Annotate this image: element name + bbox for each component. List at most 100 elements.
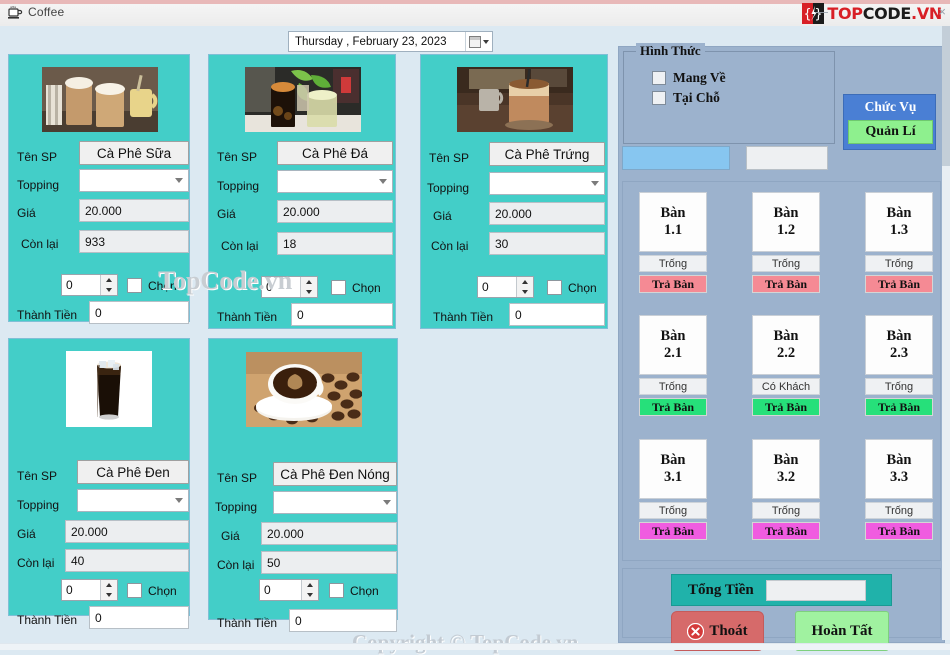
stepper-down-icon[interactable] [101, 285, 117, 295]
table-button-1-1[interactable]: Bàn 1.1 [639, 192, 707, 252]
table-button-3-3[interactable]: Bàn 3.3 [865, 439, 933, 499]
stepper-up-icon[interactable] [302, 580, 318, 590]
table-status-1-2: Trống [752, 255, 820, 272]
table-cell-3-2[interactable]: Bàn 3.2 Trống Trả Bàn [752, 439, 820, 540]
product-4-stepper-buttons[interactable] [100, 580, 117, 600]
table-button-1-3[interactable]: Bàn 1.3 [865, 192, 933, 252]
product-3-price-value: 20.000 [489, 202, 605, 225]
product-4-topping-combobox[interactable] [77, 489, 189, 512]
table-name-3-3: Bàn [886, 452, 912, 469]
product-2-quantity-stepper[interactable]: 0 [261, 276, 318, 298]
table-cell-3-1[interactable]: Bàn 3.1 Trống Trả Bàn [639, 439, 707, 540]
product-5-stepper-buttons[interactable] [301, 580, 318, 600]
product-card-3[interactable]: Tên SP Cà Phê Trứng Topping Giá 20.000 C… [420, 54, 608, 329]
table-cell-2-3[interactable]: Bàn 2.3 Trống Trả Bàn [865, 315, 933, 416]
product-1-topping-combobox[interactable] [79, 169, 189, 192]
product-1-quantity-stepper[interactable]: 0 [61, 274, 118, 296]
product-5-topping-combobox[interactable] [273, 491, 397, 514]
product-3-stepper-buttons[interactable] [516, 277, 533, 297]
table-button-2-3[interactable]: Bàn 2.3 [865, 315, 933, 375]
stepper-up-icon[interactable] [301, 277, 317, 287]
stepper-down-icon[interactable] [301, 287, 317, 297]
product-card-5[interactable]: Tên SP Cà Phê Đen Nóng Topping Giá 20.00… [208, 338, 398, 632]
product-3-name-button[interactable]: Cà Phê Trứng [489, 142, 605, 166]
table-cell-1-2[interactable]: Bàn 1.2 Trống Trả Bàn [752, 192, 820, 293]
table-return-button-1-1[interactable]: Trả Bàn [639, 275, 707, 293]
product-5-topping-label: Topping [215, 500, 258, 514]
table-return-button-2-1[interactable]: Trả Bàn [639, 398, 707, 416]
checkbox-box[interactable] [127, 583, 142, 598]
product-card-2[interactable]: Tên SP Cà Phê Đá Topping Giá 20.000 Còn … [208, 54, 396, 329]
date-picker-dropdown-button[interactable] [465, 32, 492, 51]
product-2-stepper-buttons[interactable] [300, 277, 317, 297]
product-4-name-button[interactable]: Cà Phê Đen [77, 460, 189, 484]
table-button-2-2[interactable]: Bàn 2.2 [752, 315, 820, 375]
chevron-down-icon [379, 179, 387, 184]
product-4-quantity-stepper[interactable]: 0 [61, 579, 118, 601]
table-cell-3-3[interactable]: Bàn 3.3 Trống Trả Bàn [865, 439, 933, 540]
table-button-3-1[interactable]: Bàn 3.1 [639, 439, 707, 499]
manager-button[interactable]: Quản Lí [848, 120, 933, 144]
table-cell-1-3[interactable]: Bàn 1.3 Trống Trả Bàn [865, 192, 933, 293]
checkbox-box[interactable] [329, 583, 344, 598]
stepper-up-icon[interactable] [101, 580, 117, 590]
product-2-topping-combobox[interactable] [277, 170, 393, 193]
table-status-3-3: Trống [865, 502, 933, 519]
product-5-quantity-stepper[interactable]: 0 [259, 579, 319, 601]
product-1-select-checkbox[interactable]: Chọn [127, 278, 177, 293]
table-button-3-2[interactable]: Bàn 3.2 [752, 439, 820, 499]
minimize-button[interactable]: — [815, 4, 828, 19]
table-button-1-2[interactable]: Bàn 1.2 [752, 192, 820, 252]
table-cell-1-1[interactable]: Bàn 1.1 Trống Trả Bàn [639, 192, 707, 293]
product-card-1[interactable]: Tên SP Cà Phê Sữa Topping Giá 20.000 Còn… [8, 54, 190, 324]
checkbox-box[interactable] [652, 71, 666, 85]
table-return-button-3-2[interactable]: Trả Bàn [752, 522, 820, 540]
product-2-select-checkbox[interactable]: Chọn [331, 280, 381, 295]
product-image-2 [245, 67, 361, 132]
close-circle-icon [687, 622, 705, 640]
service-type-option-dinein[interactable]: Tại Chỗ [652, 90, 720, 106]
svg-text:{: { [804, 7, 812, 22]
table-button-2-1[interactable]: Bàn 2.1 [639, 315, 707, 375]
product-5-name-button[interactable]: Cà Phê Đen Nóng [273, 462, 397, 486]
total-amount-input[interactable] [765, 579, 866, 601]
product-4-topping-label: Topping [17, 498, 60, 512]
vertical-scrollbar-thumb[interactable] [942, 26, 950, 166]
product-4-select-checkbox[interactable]: Chọn [127, 583, 177, 598]
table-name-2-1: Bàn [660, 328, 686, 345]
product-3-quantity-stepper[interactable]: 0 [477, 276, 534, 298]
product-3-select-checkbox[interactable]: Chọn [547, 280, 597, 295]
table-return-button-2-3[interactable]: Trả Bàn [865, 398, 933, 416]
service-type-blue-field[interactable] [622, 146, 730, 170]
table-return-button-1-2[interactable]: Trả Bàn [752, 275, 820, 293]
table-return-button-2-2[interactable]: Trả Bàn [752, 398, 820, 416]
product-2-name-button[interactable]: Cà Phê Đá [277, 141, 393, 165]
product-2-select-label: Chọn [352, 280, 381, 295]
date-picker[interactable]: Thursday , February 23, 2023 [288, 31, 493, 52]
service-type-option-takeaway[interactable]: Mang Về [652, 70, 726, 86]
product-3-topping-combobox[interactable] [489, 172, 605, 195]
stepper-up-icon[interactable] [517, 277, 533, 287]
checkbox-box[interactable] [127, 278, 142, 293]
table-return-button-3-1[interactable]: Trả Bàn [639, 522, 707, 540]
product-1-remaining-label: Còn lại [21, 237, 59, 251]
table-cell-2-1[interactable]: Bàn 2.1 Trống Trả Bàn [639, 315, 707, 416]
table-cell-2-2[interactable]: Bàn 2.2 Có Khách Trả Bàn [752, 315, 820, 416]
checkbox-box[interactable] [331, 280, 346, 295]
stepper-up-icon[interactable] [101, 275, 117, 285]
vertical-scrollbar[interactable] [942, 26, 950, 640]
table-name-1-2: Bàn [773, 205, 799, 222]
close-button[interactable]: × [938, 4, 946, 19]
checkbox-box[interactable] [547, 280, 562, 295]
product-card-4[interactable]: Tên SP Cà Phê Đen Topping Giá 20.000 Còn… [8, 338, 190, 629]
product-5-select-checkbox[interactable]: Chọn [329, 583, 379, 598]
table-return-button-1-3[interactable]: Trả Bàn [865, 275, 933, 293]
product-1-name-button[interactable]: Cà Phê Sữa [79, 141, 189, 165]
checkbox-box[interactable] [652, 91, 666, 105]
stepper-down-icon[interactable] [302, 590, 318, 600]
service-type-grey-field[interactable] [746, 146, 828, 170]
product-1-stepper-buttons[interactable] [100, 275, 117, 295]
table-return-button-3-3[interactable]: Trả Bàn [865, 522, 933, 540]
stepper-down-icon[interactable] [101, 590, 117, 600]
stepper-down-icon[interactable] [517, 287, 533, 297]
